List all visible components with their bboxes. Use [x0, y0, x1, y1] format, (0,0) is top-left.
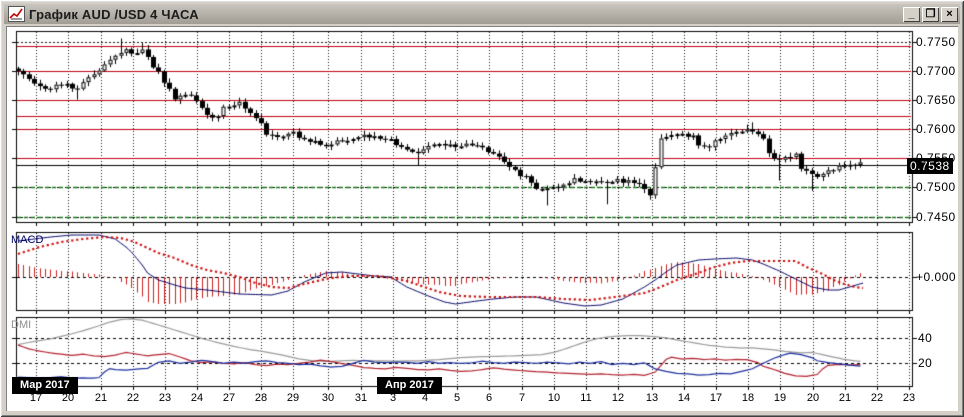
x-axis-label: 7	[518, 392, 526, 404]
window-titlebar[interactable]: График AUD /USD 4 ЧАСА _ ❐ ×	[4, 4, 960, 24]
x-axis-label: 27	[222, 392, 236, 404]
x-axis-label: 29	[286, 392, 300, 404]
price-axis-label: 0.7650	[916, 93, 956, 108]
price-axis-label: 0.7700	[916, 64, 956, 79]
x-axis-label: 20	[806, 392, 820, 404]
x-axis-label: 28	[254, 392, 268, 404]
x-axis-label: 14	[677, 392, 691, 404]
chart-app-icon	[8, 6, 25, 22]
month-label: Апр 2017	[377, 377, 442, 394]
x-axis-label: 30	[321, 392, 335, 404]
chart-client-area: MACD DMI +0.000 0.7538 0.7750 0.7700 0.765…	[6, 26, 958, 411]
dmi-level-label: 20	[918, 356, 933, 371]
x-axis-label: 23	[158, 392, 172, 404]
x-axis-label: 21	[838, 392, 852, 404]
x-axis-label: 21	[94, 392, 108, 404]
macd-panel-label: MACD	[11, 234, 44, 246]
price-axis-label: 0.7450	[916, 209, 956, 224]
dmi-level-label: 40	[918, 331, 933, 346]
chart-window: График AUD /USD 4 ЧАСА _ ❐ × MACD DMI +0…	[0, 0, 964, 417]
price-axis-label: 0.7550	[916, 151, 956, 166]
x-axis-label: 24	[190, 392, 204, 404]
x-axis-label: 17	[709, 392, 723, 404]
x-axis-label: 10	[547, 392, 561, 404]
x-axis-label: 31	[354, 392, 368, 404]
close-button[interactable]: ×	[941, 6, 958, 22]
x-axis-label: 5	[453, 392, 461, 404]
x-axis-label: 18	[741, 392, 755, 404]
price-chart-plot[interactable]	[6, 26, 958, 411]
month-label: Мар 2017	[12, 377, 78, 394]
window-title: График AUD /USD 4 ЧАСА	[29, 6, 199, 22]
x-axis-label: 22	[870, 392, 884, 404]
x-axis-label: 12	[611, 392, 625, 404]
price-axis-label: 0.7500	[916, 180, 956, 195]
maximize-button[interactable]: ❐	[922, 6, 939, 22]
price-axis-label: 0.7600	[916, 122, 956, 137]
minimize-button[interactable]: _	[903, 6, 920, 22]
price-axis-label: 0.7750	[916, 35, 956, 49]
x-axis-label: 6	[485, 392, 493, 404]
x-axis-label: 13	[645, 392, 659, 404]
x-axis-label: 22	[126, 392, 140, 404]
x-axis-label: 19	[773, 392, 787, 404]
dmi-panel-label: DMI	[11, 319, 32, 331]
x-axis-label: 23	[902, 392, 916, 404]
macd-zero-label: +0.000	[916, 270, 957, 284]
x-axis-label: 11	[580, 392, 592, 404]
